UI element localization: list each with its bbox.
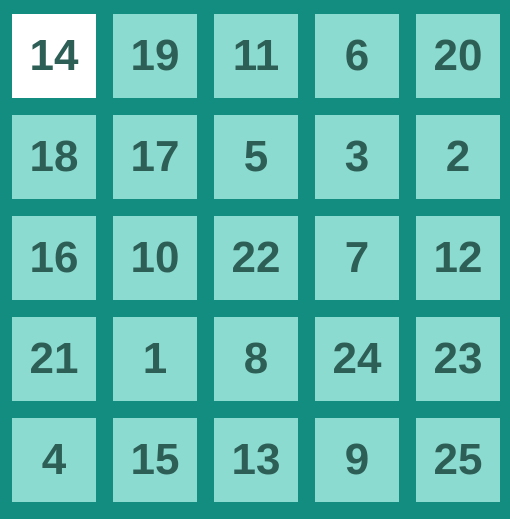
cell-number: 10: [130, 233, 180, 282]
grid-cell-r1-c5[interactable]: 20: [416, 14, 500, 98]
cell-number: 2: [445, 132, 471, 181]
cell-number: 7: [344, 233, 370, 282]
cell-number: 11: [232, 31, 280, 80]
cell-number: 3: [344, 132, 370, 181]
cell-number: 22: [231, 233, 281, 282]
cell-number: 4: [41, 435, 67, 484]
grid-cell-r1-c4[interactable]: 6: [315, 14, 399, 98]
cell-number: 9: [344, 435, 370, 484]
grid-cell-r3-c5[interactable]: 12: [416, 216, 500, 300]
grid-cell-r2-c2[interactable]: 17: [113, 115, 197, 199]
cell-number: 23: [433, 334, 483, 383]
grid-cell-r2-c3[interactable]: 5: [214, 115, 298, 199]
cell-number: 1: [142, 334, 168, 383]
grid-cell-r5-c5[interactable]: 25: [416, 418, 500, 502]
cell-number: 24: [332, 334, 382, 383]
grid-cell-r2-c4[interactable]: 3: [315, 115, 399, 199]
cell-number: 8: [243, 334, 269, 383]
grid-cell-r5-c2[interactable]: 15: [113, 418, 197, 502]
cell-number: 16: [29, 233, 79, 282]
grid-cell-r1-c1[interactable]: 14: [12, 14, 96, 98]
grid-cell-r2-c5[interactable]: 2: [416, 115, 500, 199]
grid-cell-r1-c3[interactable]: 11: [214, 14, 298, 98]
cell-number: 12: [433, 233, 483, 282]
grid-cell-r3-c4[interactable]: 7: [315, 216, 399, 300]
grid-cell-r4-c3[interactable]: 8: [214, 317, 298, 401]
cell-number: 21: [29, 334, 79, 383]
cell-number: 15: [130, 435, 180, 484]
grid-cell-r3-c2[interactable]: 10: [113, 216, 197, 300]
grid-cell-r4-c2[interactable]: 1: [113, 317, 197, 401]
grid-cell-r5-c1[interactable]: 4: [12, 418, 96, 502]
grid-cell-r5-c4[interactable]: 9: [315, 418, 399, 502]
cell-number: 14: [29, 31, 79, 80]
cell-number: 19: [130, 31, 180, 80]
grid-cell-r3-c1[interactable]: 16: [12, 216, 96, 300]
grid-cell-r2-c1[interactable]: 18: [12, 115, 96, 199]
grid-cell-r5-c3[interactable]: 13: [214, 418, 298, 502]
grid-cell-r4-c4[interactable]: 24: [315, 317, 399, 401]
grid-cell-r1-c2[interactable]: 19: [113, 14, 197, 98]
cell-number: 13: [231, 435, 281, 484]
cell-number: 17: [130, 132, 180, 181]
cell-number: 20: [433, 31, 483, 80]
grid-cell-r4-c1[interactable]: 21: [12, 317, 96, 401]
grid-cell-r3-c3[interactable]: 22: [214, 216, 298, 300]
grid-cell-r4-c5[interactable]: 23: [416, 317, 500, 401]
cell-number: 6: [344, 31, 370, 80]
number-grid-board: 14 19 11 6 20 18 17 5 3 2 16 10 22 7 12: [0, 0, 510, 519]
cell-number: 5: [243, 132, 269, 181]
cell-number: 18: [29, 132, 79, 181]
cell-number: 25: [433, 435, 483, 484]
